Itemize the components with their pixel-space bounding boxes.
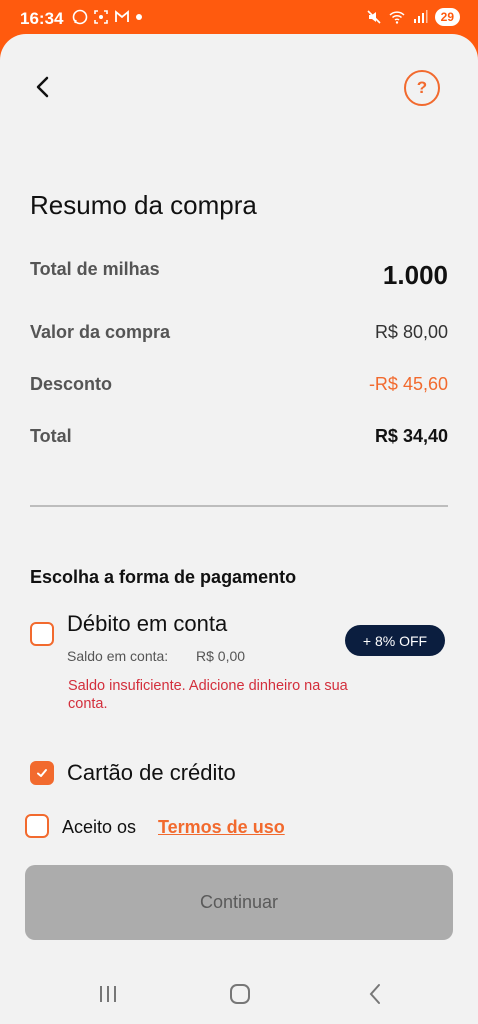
accept-terms-label: Aceito os [62,817,137,837]
mute-icon [367,10,381,24]
miles-label: Total de milhas [30,259,160,279]
notification-icons [72,9,143,25]
check-icon [37,769,47,777]
discount-value: -R$ 45,60 [368,374,448,394]
system-icons: 29 [366,8,460,26]
miles-value: 1.000 [382,260,448,290]
purchase-value-label: Valor da compra [30,322,171,342]
page-title: Resumo da compra [30,190,257,220]
debit-checkbox[interactable] [30,622,54,646]
system-nav-bar [0,964,478,1024]
home-icon[interactable] [228,982,252,1006]
screenshot-icon [94,10,108,24]
total-label: Total [30,426,72,446]
continue-button[interactable]: Continuar [25,865,453,940]
signal-icon [413,10,428,23]
discount-label: Desconto [30,374,113,394]
purchase-value: R$ 80,00 [374,322,448,342]
balance-value: R$ 0,00 [196,648,246,664]
terms-checkbox[interactable] [25,814,49,838]
credit-card-checkbox[interactable] [30,761,54,785]
payment-section-title: Escolha a forma de pagamento [30,567,297,587]
help-icon: ? [416,78,428,97]
battery-indicator: 29 [434,8,460,26]
debit-option-title[interactable]: Débito em conta [67,611,227,637]
divider [30,505,448,507]
purchase-sheet: ? Resumo da compra Total de milhas 1.000… [0,34,478,964]
gmail-icon [115,10,129,22]
recent-apps-icon[interactable] [96,982,120,1006]
back-button[interactable] [28,72,58,102]
insufficient-balance-error: Saldo insuficiente. Adicione dinheiro na… [68,678,348,712]
discount-badge: + 8% OFF [345,625,445,656]
balance-label: Saldo em conta: [67,648,169,664]
dot-icon [136,14,142,20]
terms-link[interactable]: Termos de uso [158,817,285,838]
whatsapp-icon [72,9,88,25]
status-time: 16:34 [20,9,64,28]
status-bar: 16:34 29 [0,0,478,36]
back-icon[interactable] [364,982,388,1006]
total-value: R$ 34,40 [374,426,448,446]
credit-card-option-title[interactable]: Cartão de crédito [67,760,236,786]
wifi-icon [389,11,405,24]
help-button[interactable]: ? [404,70,440,106]
